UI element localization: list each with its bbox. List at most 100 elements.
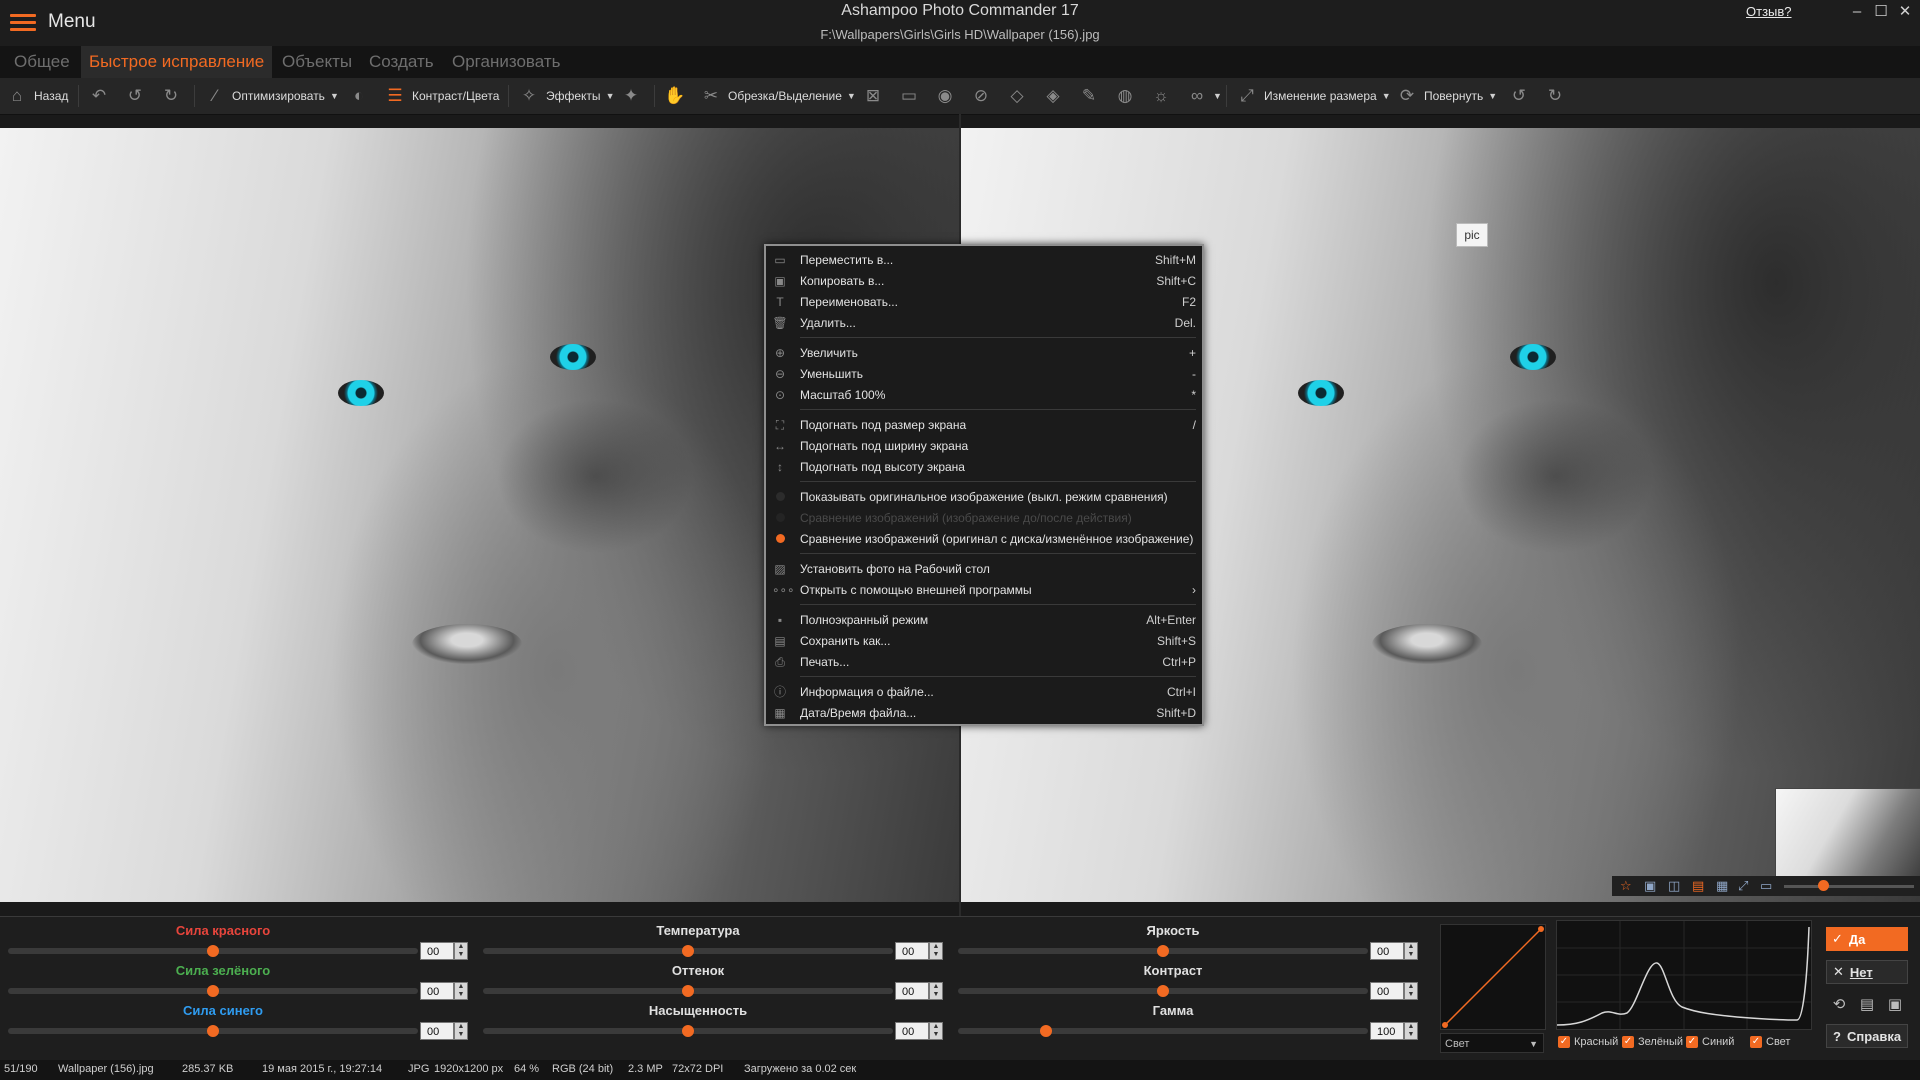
effects-button[interactable]: ✧ Эффекты ▼: [518, 84, 615, 108]
slider-blue-strength-knob[interactable]: [207, 1025, 219, 1037]
menu-item-zoom-100[interactable]: ⊙ Масштаб 100% *: [766, 385, 1202, 405]
save-icon[interactable]: ▤: [1856, 994, 1878, 1016]
zoom-slider-knob[interactable]: [1818, 880, 1829, 891]
feedback-link[interactable]: Отзыв?: [1746, 4, 1792, 19]
menu-item-rename[interactable]: T Переименовать... F2: [766, 292, 1202, 312]
grid-icon[interactable]: ▦: [1716, 878, 1728, 894]
slider-blue-strength-value[interactable]: 00: [420, 1022, 454, 1040]
palette-icon[interactable]: ◍: [1114, 84, 1136, 108]
curve-channel-select[interactable]: Свет ▼: [1440, 1033, 1544, 1053]
slider-temperature-knob[interactable]: [682, 945, 694, 957]
tab-create[interactable]: Создать: [361, 46, 442, 78]
slider-gamma-value[interactable]: 100: [1370, 1022, 1404, 1040]
rotate-button[interactable]: ⟳ Повернуть ▼: [1396, 84, 1497, 108]
menu-item-zoom-in[interactable]: ⊕ Увеличить +: [766, 343, 1202, 363]
slider-hue-spinner-icon[interactable]: ▲ ▼: [929, 982, 943, 1000]
apply-button[interactable]: ✓ Да: [1826, 927, 1908, 951]
undo-icon[interactable]: ↺: [124, 84, 146, 108]
tab-organize[interactable]: Организовать: [444, 46, 568, 78]
menu-item-file-info[interactable]: ⓘ Информация о файле... Ctrl+I: [766, 682, 1202, 702]
menu-item-file-datetime[interactable]: ▦ Дата/Время файла... Shift+D: [766, 703, 1202, 723]
menu-item-fullscreen[interactable]: ▪ Полноэкранный режим Alt+Enter: [766, 610, 1202, 630]
frame-icon[interactable]: ▭: [898, 84, 920, 108]
back-button[interactable]: ⌂ Назад: [6, 84, 69, 108]
fullscreen-icon[interactable]: ⤢: [1738, 878, 1748, 894]
slider-green-strength-knob[interactable]: [207, 985, 219, 997]
slider-red-strength-knob[interactable]: [207, 945, 219, 957]
sun-icon[interactable]: ☼: [1150, 84, 1172, 108]
menu-item-zoom-out[interactable]: ⊖ Уменьшить -: [766, 364, 1202, 384]
slider-hue-value[interactable]: 00: [895, 982, 929, 1000]
maximize-icon[interactable]: ☐: [1870, 2, 1892, 22]
menu-item-print[interactable]: ⎙ Печать... Ctrl+P: [766, 652, 1202, 672]
fill-icon[interactable]: ◈: [1042, 84, 1064, 108]
slider-brightness-spinner-icon[interactable]: ▲ ▼: [1404, 942, 1418, 960]
slider-red-strength-value[interactable]: 00: [420, 942, 454, 960]
tab-general[interactable]: Общее: [6, 46, 78, 78]
sparkle-wand-icon[interactable]: ✦: [620, 84, 642, 108]
brush-icon[interactable]: ✎: [1078, 84, 1100, 108]
slider-saturation-knob[interactable]: [682, 1025, 694, 1037]
contrast-colors-button[interactable]: ☰ Контраст/Цвета: [384, 84, 499, 108]
slider-red-strength-spinner-icon[interactable]: ▲ ▼: [454, 942, 468, 960]
hand-tool-icon[interactable]: ✋: [664, 84, 686, 108]
slider-saturation-value[interactable]: 00: [895, 1022, 929, 1040]
tab-objects[interactable]: Объекты: [274, 46, 360, 78]
tone-curve[interactable]: [1440, 924, 1546, 1030]
menu-item-move[interactable]: ▭ Переместить в... Shift+M: [766, 250, 1202, 270]
view-icon[interactable]: ▤: [1692, 878, 1704, 894]
slider-contrast-knob[interactable]: [1157, 985, 1169, 997]
link-icon[interactable]: ∞ ▼: [1186, 84, 1222, 108]
menu-item-compare-original-edited[interactable]: Сравнение изображений (оригинал с диска/…: [766, 529, 1202, 549]
channel-green-checkbox[interactable]: ✓ Зелёный: [1622, 1036, 1683, 1048]
slider-gamma-track[interactable]: [958, 1028, 1368, 1034]
zoom-slider[interactable]: [1784, 885, 1914, 888]
menu-item-fit-height[interactable]: ↕ Подогнать под высоту экрана: [766, 457, 1202, 477]
menu-item-fit-width[interactable]: ↔ Подогнать под ширину экрана: [766, 436, 1202, 456]
slider-contrast-value[interactable]: 00: [1370, 982, 1404, 1000]
slider-temperature-value[interactable]: 00: [895, 942, 929, 960]
crop-select-button[interactable]: ✂ Обрезка/Выделение ▼: [700, 84, 856, 108]
menu-item-delete[interactable]: 🗑 Удалить... Del.: [766, 313, 1202, 333]
minimize-icon[interactable]: –: [1846, 2, 1868, 22]
straighten-icon[interactable]: ⊠: [862, 84, 884, 108]
redo-icon[interactable]: ↻: [160, 84, 182, 108]
channel-blue-checkbox[interactable]: ✓ Синий: [1686, 1036, 1734, 1048]
close-icon[interactable]: ✕: [1894, 2, 1916, 22]
save-as-icon[interactable]: ▣: [1884, 994, 1906, 1016]
reset-icon[interactable]: ⟲: [1828, 994, 1850, 1016]
menu-item-show-original[interactable]: Показывать оригинальное изображение (вык…: [766, 487, 1202, 507]
red-eye-icon[interactable]: ◉: [934, 84, 956, 108]
patch-icon[interactable]: ⊘: [970, 84, 992, 108]
menu-item-set-wallpaper[interactable]: ▨ Установить фото на Рабочий стол: [766, 559, 1202, 579]
menu-item-open-with[interactable]: ∘∘∘ Открыть с помощью внешней программы ›: [766, 580, 1202, 600]
cancel-button[interactable]: ✕ Нет: [1826, 960, 1908, 984]
undo-all-icon[interactable]: ↶: [88, 84, 110, 108]
eraser-icon[interactable]: ◇: [1006, 84, 1028, 108]
menu-item-save-as[interactable]: ▤ Сохранить как... Shift+S: [766, 631, 1202, 651]
slider-saturation-spinner-icon[interactable]: ▲ ▼: [929, 1022, 943, 1040]
rotate-left-icon[interactable]: ↺: [1508, 84, 1530, 108]
tab-quick-fix[interactable]: Быстрое исправление: [81, 46, 273, 78]
monitor-icon[interactable]: ▭: [1760, 878, 1772, 894]
split-icon[interactable]: ◫: [1668, 878, 1680, 894]
slider-hue-knob[interactable]: [682, 985, 694, 997]
compare-icon[interactable]: ▣: [1644, 878, 1656, 894]
optimize-button[interactable]: ⁄ Оптимизировать ▼: [204, 84, 339, 108]
navigator-thumbnail[interactable]: [1775, 788, 1920, 878]
channel-red-checkbox[interactable]: ✓ Красный: [1558, 1036, 1618, 1048]
star-icon[interactable]: ☆: [1620, 878, 1632, 894]
slider-temperature-spinner-icon[interactable]: ▲ ▼: [929, 942, 943, 960]
rotate-right-icon[interactable]: ↻: [1544, 84, 1566, 108]
channel-light-checkbox[interactable]: ✓ Свет: [1750, 1036, 1790, 1048]
resize-button[interactable]: ⤢ Изменение размера ▼: [1236, 84, 1390, 108]
slider-brightness-knob[interactable]: [1157, 945, 1169, 957]
slider-blue-strength-spinner-icon[interactable]: ▲ ▼: [454, 1022, 468, 1040]
help-button[interactable]: ? Справка: [1826, 1024, 1908, 1048]
slider-brightness-value[interactable]: 00: [1370, 942, 1404, 960]
menu-item-copy[interactable]: ▣ Копировать в... Shift+C: [766, 271, 1202, 291]
slider-contrast-spinner-icon[interactable]: ▲ ▼: [1404, 982, 1418, 1000]
slider-green-strength-value[interactable]: 00: [420, 982, 454, 1000]
slider-gamma-spinner-icon[interactable]: ▲ ▼: [1404, 1022, 1418, 1040]
slider-green-strength-spinner-icon[interactable]: ▲ ▼: [454, 982, 468, 1000]
